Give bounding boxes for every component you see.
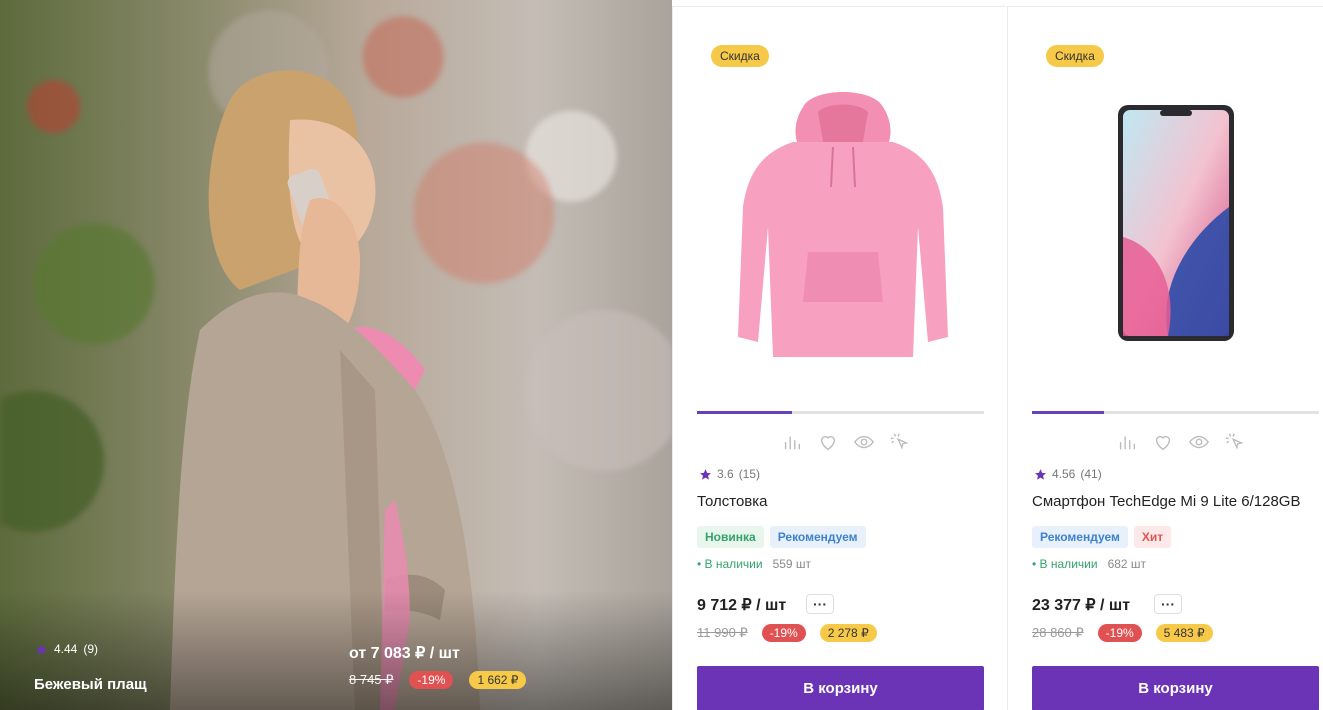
gallery-progress [1032, 411, 1319, 414]
hero-rating: 4.44 (9) [35, 642, 98, 656]
price-details: 11 990 ₽ -19% 2 278 ₽ [697, 624, 877, 642]
availability-status: В наличии [1032, 557, 1098, 571]
gallery-progress-fill [697, 411, 792, 414]
discount-badge: -19% [1097, 624, 1142, 642]
availability-status: В наличии [697, 557, 763, 571]
product-image-smartphone[interactable] [1068, 87, 1288, 377]
gallery-progress [697, 411, 984, 414]
sale-badge: Скидка [1046, 45, 1104, 67]
label-hit: Хит [1133, 526, 1172, 548]
star-icon [700, 468, 711, 480]
stock-info: В наличии 682 шт [1032, 557, 1147, 571]
bar-chart-icon[interactable] [781, 431, 803, 453]
product-card[interactable]: Скидка 3.6 (15) Толстовка Новинка Рекоме… [672, 6, 1006, 710]
bonus-badge: 2 278 ₽ [819, 624, 877, 642]
hero-discount-badge: -19% [409, 671, 454, 689]
product-price: 23 377 ₽ / шт [1032, 597, 1131, 614]
stock-quantity: 559 шт [772, 557, 812, 571]
product-rating: 4.56 (41) [1034, 467, 1102, 481]
bonus-badge: 5 483 ₽ [1155, 624, 1213, 642]
pointer-click-icon[interactable] [1224, 431, 1246, 453]
gallery-progress-fill [1032, 411, 1104, 414]
sale-badge: Скидка [711, 45, 769, 67]
label-new: Новинка [697, 526, 764, 548]
stock-info: В наличии 559 шт [697, 557, 812, 571]
old-price: 11 990 ₽ [697, 625, 748, 640]
heart-icon[interactable] [817, 431, 839, 453]
product-name[interactable]: Толстовка [697, 493, 768, 510]
reviews-count: (15) [738, 467, 761, 481]
card-actions [1116, 431, 1246, 453]
product-rating: 3.6 (15) [699, 467, 760, 481]
hero-reviews-count: (9) [83, 642, 99, 656]
stock-quantity: 682 шт [1107, 557, 1147, 571]
pointer-click-icon[interactable] [889, 431, 911, 453]
star-icon [1035, 468, 1046, 480]
heart-icon[interactable] [1152, 431, 1174, 453]
eye-icon[interactable] [853, 431, 875, 453]
hero-bonus-badge: 1 662 ₽ [469, 671, 527, 689]
eye-icon[interactable] [1188, 431, 1210, 453]
bar-chart-icon[interactable] [1116, 431, 1138, 453]
more-options-button[interactable]: ··· [1154, 594, 1182, 614]
card-actions [781, 431, 911, 453]
hero-product-title[interactable]: Бежевый плащ [34, 676, 147, 693]
add-to-cart-button[interactable]: В корзину [697, 666, 984, 710]
label-recommended: Рекомендуем [769, 526, 866, 548]
product-image-hoodie[interactable] [733, 87, 953, 377]
star-icon [36, 643, 47, 655]
hero-banner[interactable]: 4.44 (9) Бежевый плащ от 7 083 ₽ / шт 8 … [0, 0, 672, 710]
product-name[interactable]: Смартфон TechEdge Mi 9 Lite 6/128GB [1032, 493, 1300, 510]
old-price: 28 860 ₽ [1032, 625, 1084, 640]
hero-old-price: 8 745 ₽ [349, 672, 394, 687]
hero-price: от 7 083 ₽ / шт [349, 645, 460, 662]
hero-rating-value: 4.44 [54, 642, 78, 656]
product-labels: Новинка Рекомендуем [697, 526, 866, 548]
add-to-cart-button[interactable]: В корзину [1032, 666, 1319, 710]
product-labels: Рекомендуем Хит [1032, 526, 1172, 548]
reviews-count: (41) [1080, 467, 1102, 481]
discount-badge: -19% [761, 624, 806, 642]
price-details: 28 860 ₽ -19% 5 483 ₽ [1032, 624, 1213, 642]
rating-value: 3.6 [717, 467, 734, 481]
label-recommended: Рекомендуем [1032, 526, 1128, 548]
more-options-button[interactable]: ··· [806, 594, 834, 614]
hero-price-details: 8 745 ₽ -19% 1 662 ₽ [349, 671, 527, 689]
rating-value: 4.56 [1052, 467, 1076, 481]
product-price: 9 712 ₽ / шт [697, 597, 787, 614]
product-card[interactable]: Скидка 4.56 (41) Смартфон TechEdge Mi 9 … [1007, 6, 1323, 710]
